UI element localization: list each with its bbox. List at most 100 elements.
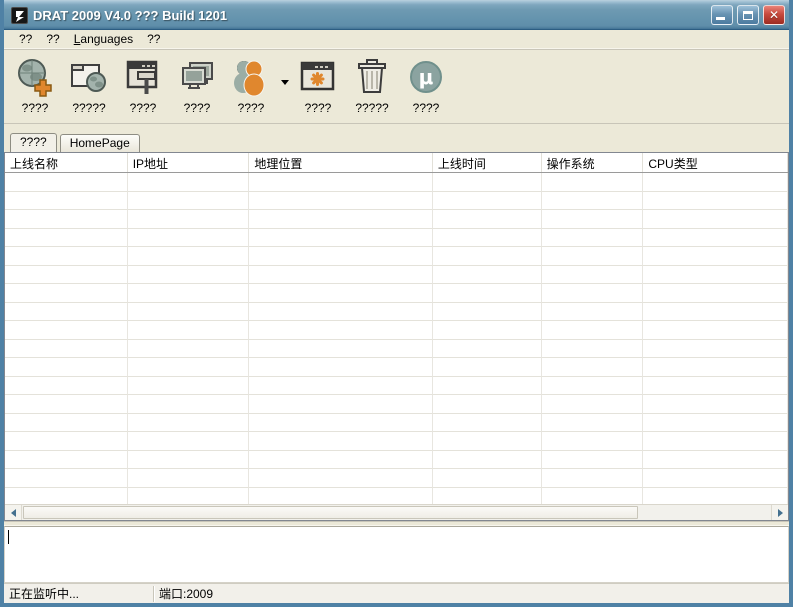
- users-dropdown-button[interactable]: [278, 59, 291, 105]
- table-row[interactable]: [5, 173, 788, 192]
- table-row[interactable]: [5, 432, 788, 451]
- toolbar-button-3[interactable]: ????: [170, 54, 224, 120]
- table-row[interactable]: [5, 469, 788, 488]
- toolbar-button-1[interactable]: ?????: [62, 54, 116, 120]
- table-cell: [249, 340, 433, 359]
- table-row[interactable]: [5, 192, 788, 211]
- toolbar-label: ?????: [355, 101, 388, 115]
- maximize-button[interactable]: [737, 5, 759, 25]
- table-cell: [542, 247, 644, 266]
- table-row[interactable]: [5, 488, 788, 505]
- table-body[interactable]: [5, 173, 788, 504]
- column-header-time[interactable]: 上线时间: [433, 153, 542, 172]
- menu-bar: ?? ?? Languages ??: [4, 30, 789, 48]
- table-cell: [5, 266, 128, 285]
- table-cell: [643, 469, 788, 488]
- table-cell: [5, 488, 128, 505]
- table-cell: [542, 284, 644, 303]
- table-row[interactable]: [5, 414, 788, 433]
- table-cell: [433, 192, 542, 211]
- table-row[interactable]: [5, 395, 788, 414]
- table-cell: [643, 266, 788, 285]
- table-cell: [249, 469, 433, 488]
- column-header-os[interactable]: 操作系统: [542, 153, 644, 172]
- table-cell: [433, 358, 542, 377]
- scroll-right-button[interactable]: [771, 505, 788, 520]
- column-header-name[interactable]: 上线名称: [5, 153, 128, 172]
- menu-item-languages[interactable]: Languages: [67, 31, 140, 47]
- column-header-location[interactable]: 地理位置: [249, 153, 433, 172]
- app-icon[interactable]: [11, 7, 28, 24]
- column-header-ip[interactable]: IP地址: [128, 153, 250, 172]
- toolbar-button-2[interactable]: ????: [116, 54, 170, 120]
- table-cell: [433, 451, 542, 470]
- toolbar-button-6[interactable]: ?????: [345, 54, 399, 120]
- table-row[interactable]: [5, 321, 788, 340]
- tab-homepage[interactable]: HomePage: [60, 134, 140, 152]
- menu-item-3[interactable]: ??: [140, 31, 167, 47]
- column-header-cpu[interactable]: CPU类型: [643, 153, 788, 172]
- table-cell: [433, 173, 542, 192]
- table-cell: [433, 469, 542, 488]
- menu-item-0[interactable]: ??: [12, 31, 39, 47]
- table-cell: [542, 303, 644, 322]
- table-row[interactable]: [5, 358, 788, 377]
- horizontal-scrollbar[interactable]: [5, 504, 788, 520]
- table-row[interactable]: [5, 284, 788, 303]
- chevron-down-icon: [281, 80, 289, 85]
- toolbar-button-0[interactable]: ????: [8, 54, 62, 120]
- table-cell: [643, 192, 788, 211]
- table-cell: [643, 395, 788, 414]
- status-listening: 正在监听中...: [4, 585, 153, 602]
- screens-icon: [177, 54, 217, 100]
- table-row[interactable]: [5, 377, 788, 396]
- table-row[interactable]: [5, 210, 788, 229]
- table-cell: [643, 377, 788, 396]
- toolbar-button-5[interactable]: ????: [291, 54, 345, 120]
- table-cell: [542, 266, 644, 285]
- table-row[interactable]: [5, 266, 788, 285]
- table-cell: [249, 321, 433, 340]
- table-row[interactable]: [5, 303, 788, 322]
- table-cell: [542, 377, 644, 396]
- toolbar-button-4[interactable]: ????: [224, 54, 278, 120]
- table-cell: [643, 321, 788, 340]
- table-cell: [643, 414, 788, 433]
- maximize-icon: [743, 11, 753, 20]
- table-cell: [249, 432, 433, 451]
- table-row[interactable]: [5, 229, 788, 248]
- table-cell: [433, 414, 542, 433]
- table-cell: [128, 377, 250, 396]
- table-cell: [5, 229, 128, 248]
- toolbar-label: ?????: [72, 101, 105, 115]
- table-cell: [249, 210, 433, 229]
- table-cell: [249, 377, 433, 396]
- table-cell: [128, 432, 250, 451]
- table-cell: [643, 210, 788, 229]
- table-cell: [128, 321, 250, 340]
- tab-online[interactable]: ????: [10, 133, 57, 152]
- table-cell: [5, 321, 128, 340]
- table-cell: [249, 451, 433, 470]
- close-button[interactable]: ✕: [763, 5, 785, 25]
- toolbar-button-7[interactable]: μ ????: [399, 54, 453, 120]
- title-bar[interactable]: DRAT 2009 V4.0 ??? Build 1201 ✕: [4, 0, 789, 30]
- table-cell: [5, 173, 128, 192]
- minimize-button[interactable]: [711, 5, 733, 25]
- toolbar-label: ????: [413, 101, 440, 115]
- log-textbox[interactable]: [4, 526, 789, 583]
- table-row[interactable]: [5, 247, 788, 266]
- table-cell: [643, 451, 788, 470]
- close-icon: ✕: [769, 9, 779, 21]
- table-row[interactable]: [5, 340, 788, 359]
- table-cell: [542, 414, 644, 433]
- menu-item-1[interactable]: ??: [39, 31, 66, 47]
- scroll-left-button[interactable]: [5, 505, 22, 520]
- table-cell: [5, 247, 128, 266]
- table-row[interactable]: [5, 451, 788, 470]
- table-cell: [643, 358, 788, 377]
- toolbar-label: ????: [305, 101, 332, 115]
- scrollbar-thumb[interactable]: [23, 506, 638, 519]
- window-globe-icon: [69, 54, 109, 100]
- table-cell: [249, 229, 433, 248]
